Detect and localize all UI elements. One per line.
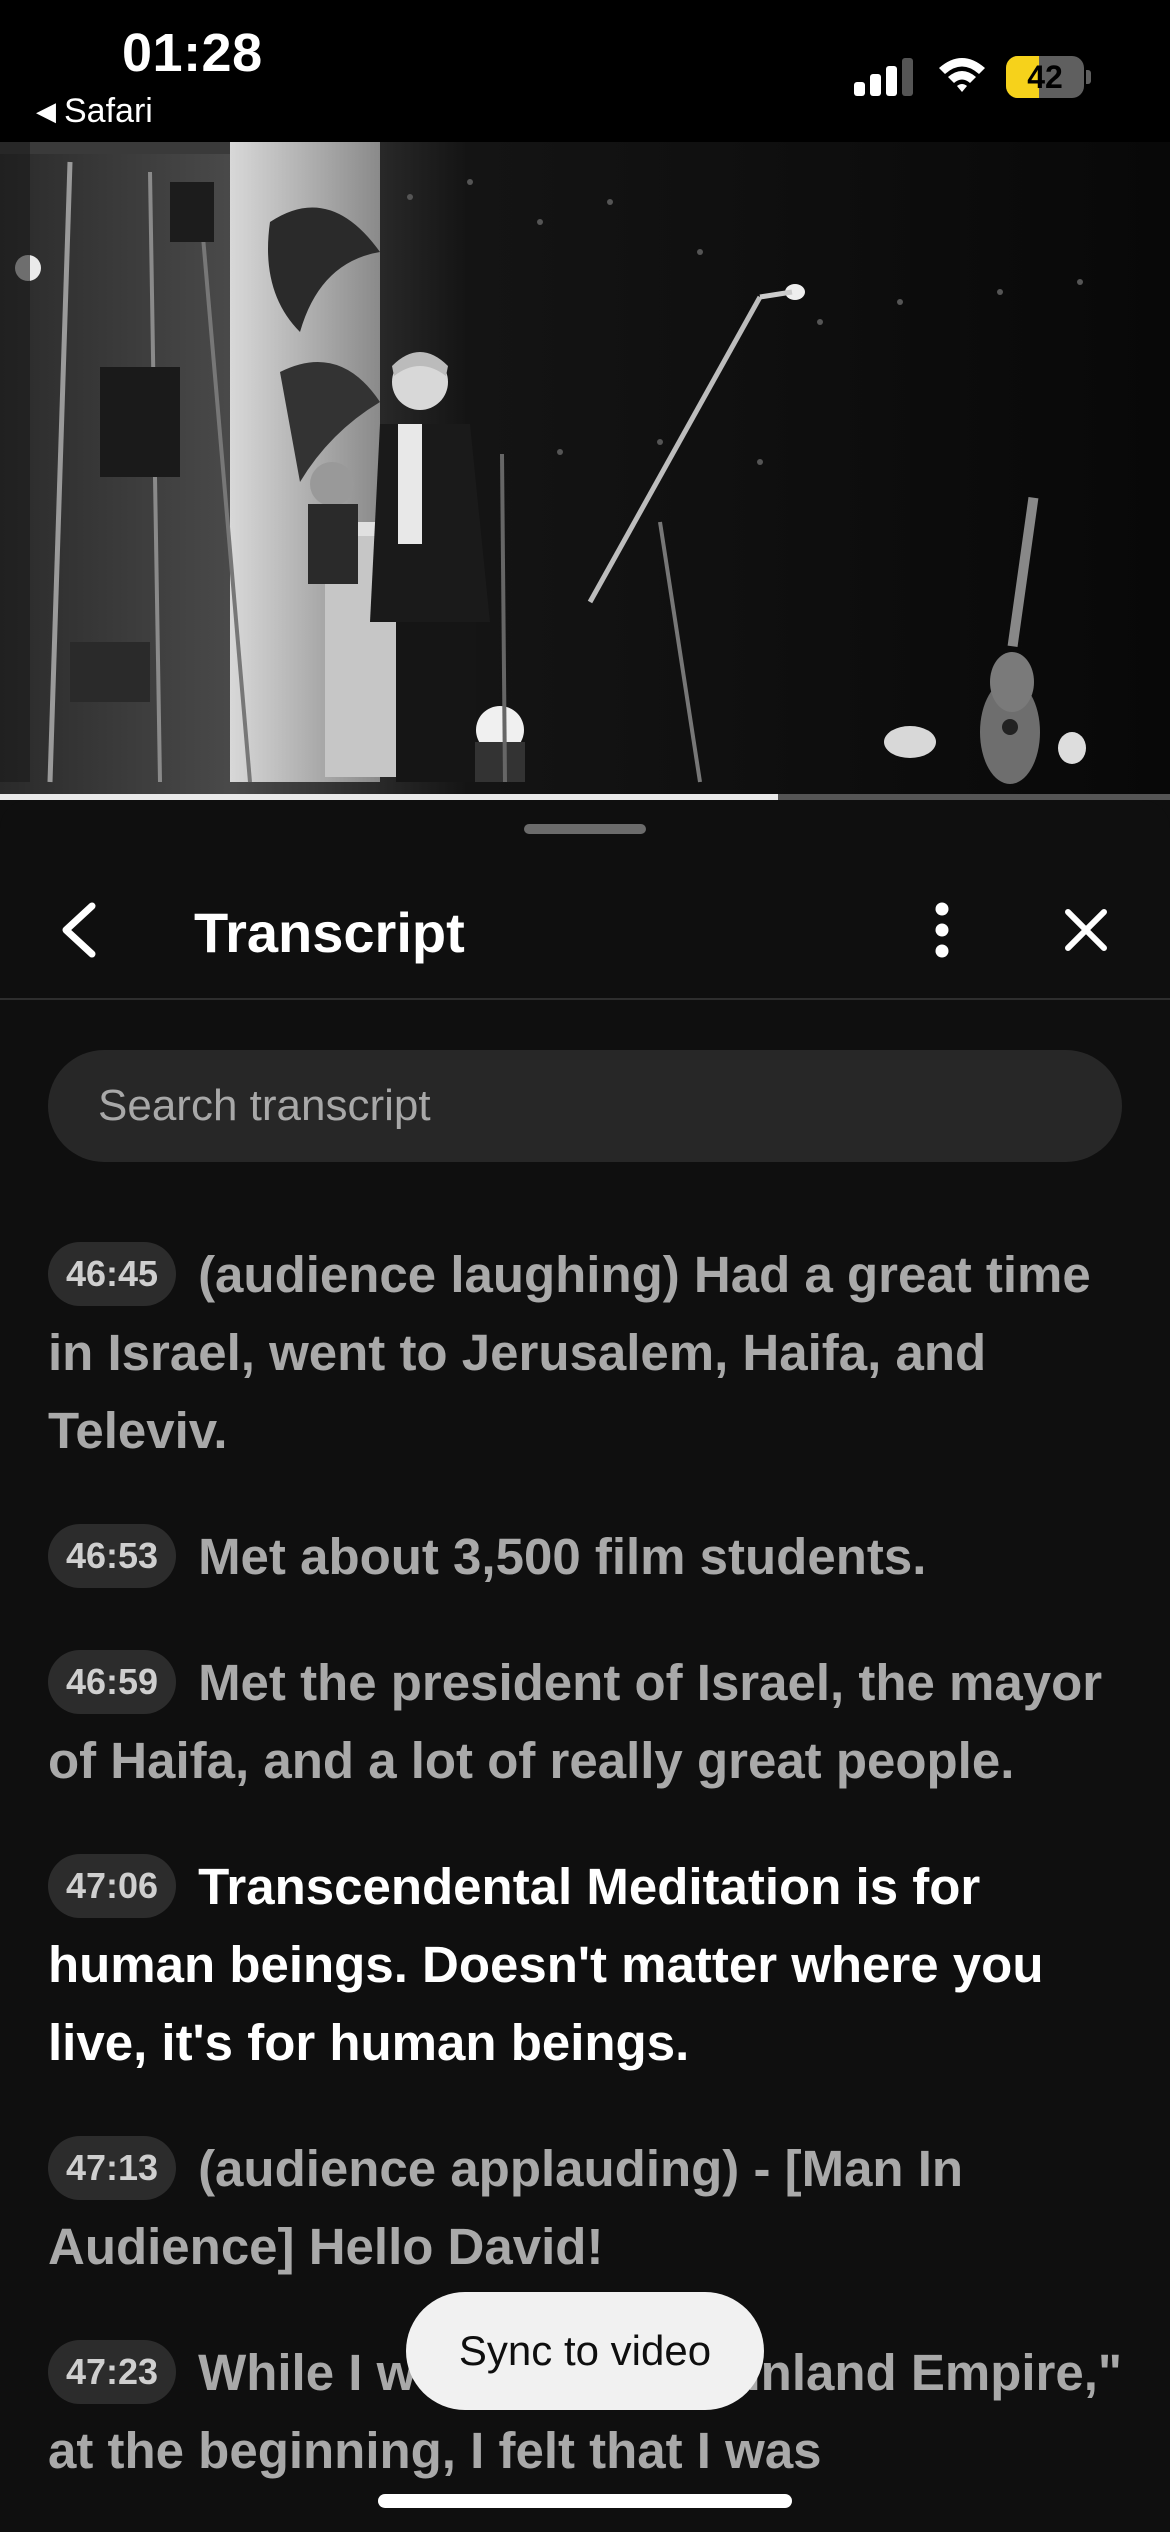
app-root: 01:28 ◀ Safari 42 Transcript Search tran… <box>0 0 1170 2532</box>
close-icon <box>1065 909 1107 951</box>
signal-icon <box>854 58 916 96</box>
battery-icon: 42 <box>1006 56 1091 98</box>
timestamp-chip[interactable]: 47:06 <box>48 1854 177 1918</box>
search-input[interactable] <box>98 1081 1058 1131</box>
sheet-drag-handle[interactable] <box>524 824 646 834</box>
segment-text: (audience applauding) - [Man In Audience… <box>48 2140 964 2275</box>
transcript-search[interactable] <box>48 1050 1122 1162</box>
transcript-segment[interactable]: 46:45 (audience laughing) Had a great tim… <box>48 1236 1128 1470</box>
video-player[interactable] <box>0 142 1170 798</box>
more-options-button[interactable] <box>894 882 990 978</box>
close-button[interactable] <box>1038 882 1134 978</box>
back-app-label: Safari <box>64 92 153 130</box>
timestamp-chip[interactable]: 46:59 <box>48 1650 177 1714</box>
segment-text: Met the president of Israel, the mayor o… <box>48 1654 1103 1789</box>
status-time: 01:28 <box>122 23 263 83</box>
back-chevron-icon <box>62 902 96 958</box>
transcript-segment[interactable]: 46:59 Met the president of Israel, the ma… <box>48 1644 1128 1800</box>
back-triangle-icon: ◀ <box>36 96 56 126</box>
sync-to-video-button[interactable]: Sync to video <box>406 2292 764 2410</box>
transcript-segment[interactable]: 46:53 Met about 3,500 film students. <box>48 1518 1128 1596</box>
home-indicator <box>378 2494 792 2508</box>
status-bar: 01:28 ◀ Safari 42 <box>0 0 1170 142</box>
sheet-title: Transcript <box>194 901 465 964</box>
transcript-segment[interactable]: 47:13 (audience applauding) - [Man In Aud… <box>48 2130 1128 2286</box>
back-to-safari-link[interactable]: ◀ Safari <box>36 92 153 131</box>
video-frame <box>0 142 1170 798</box>
back-button[interactable] <box>32 882 128 978</box>
timestamp-chip[interactable]: 46:45 <box>48 1242 177 1306</box>
transcript-segment-active[interactable]: 47:06 Transcendental Meditation is for hu… <box>48 1848 1128 2082</box>
header-divider <box>0 998 1170 1000</box>
transcript-header: Transcript <box>0 860 1170 1000</box>
timestamp-chip[interactable]: 47:23 <box>48 2340 177 2404</box>
more-vert-icon <box>935 902 949 958</box>
segment-text: Transcendental Meditation is for human b… <box>48 1858 1044 2071</box>
timestamp-chip[interactable]: 46:53 <box>48 1524 177 1588</box>
timestamp-chip[interactable]: 47:13 <box>48 2136 177 2200</box>
segment-text: Met about 3,500 film students. <box>198 1528 927 1585</box>
segment-text: (audience laughing) Had a great time in … <box>48 1246 1091 1459</box>
battery-level: 42 <box>1027 59 1063 95</box>
transcript-sheet: Transcript 46:45(audience laughing) Had … <box>0 800 1170 2532</box>
wifi-icon <box>939 58 985 92</box>
